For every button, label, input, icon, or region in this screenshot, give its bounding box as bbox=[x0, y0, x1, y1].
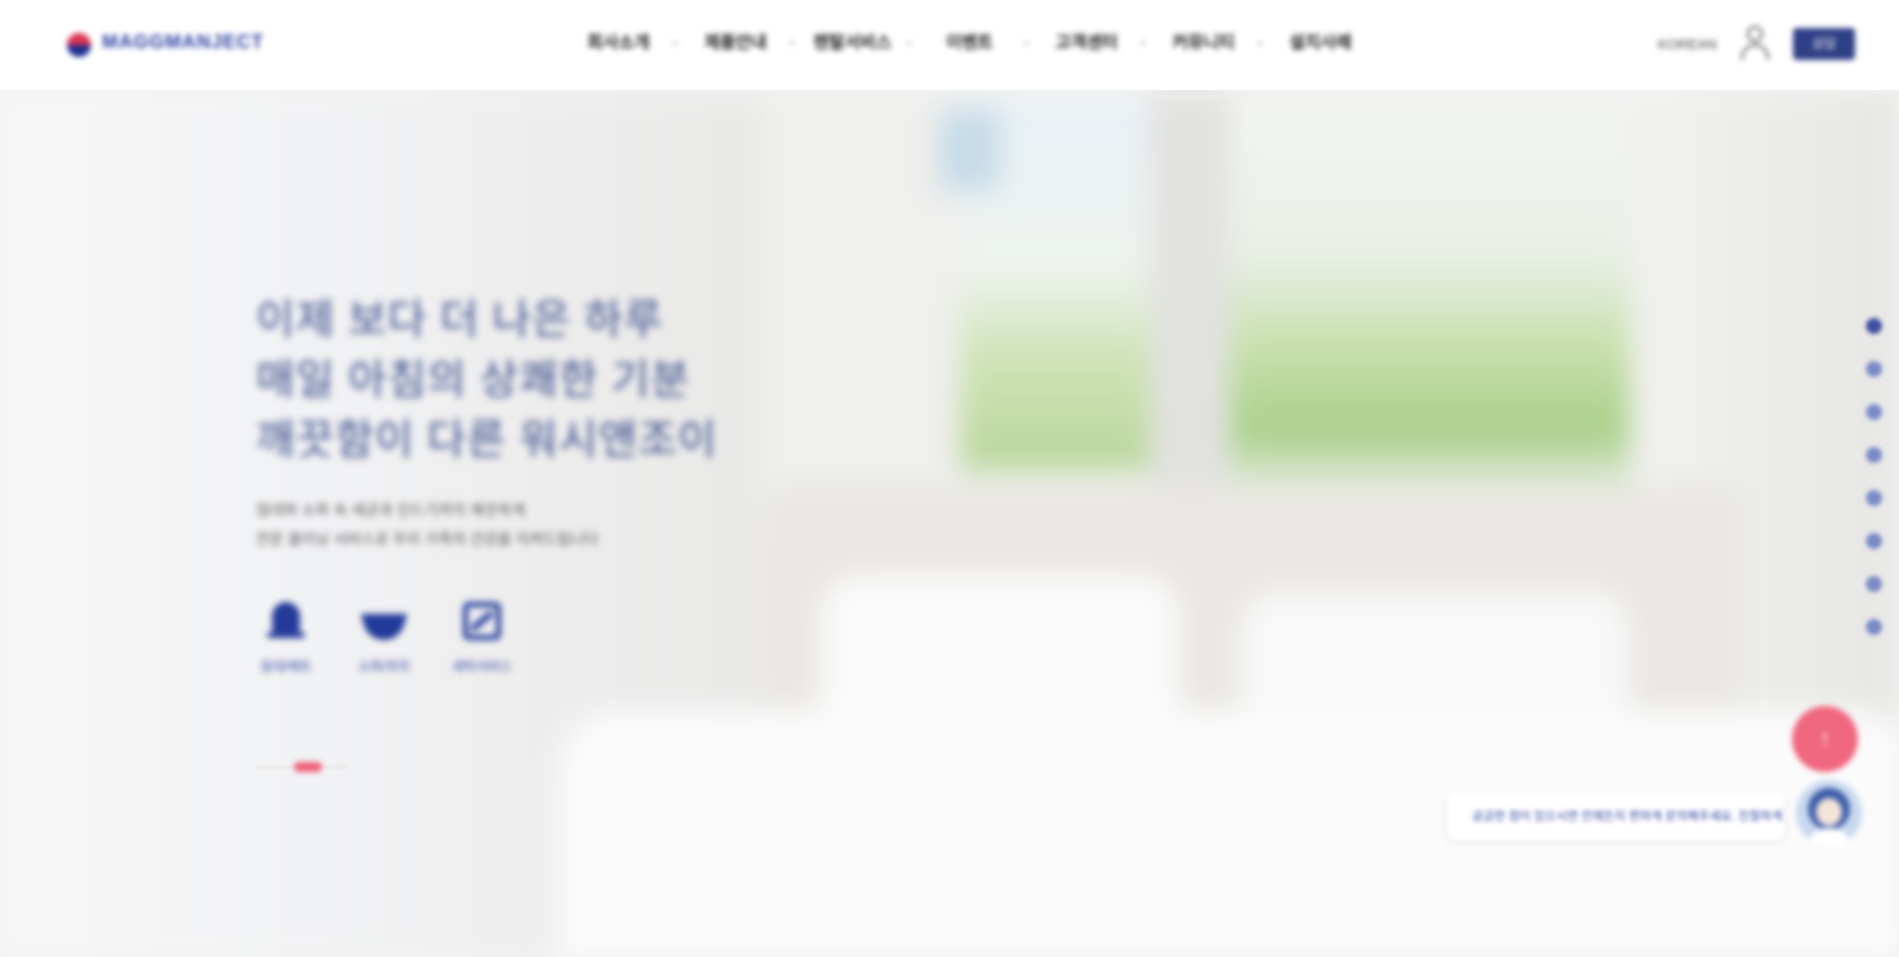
hero-description: 침대와 소파 속 세균과 진드기까지 깨끗하게 전문 클리닝 서비스로 우리 가… bbox=[256, 496, 717, 554]
consultant-avatar-icon[interactable] bbox=[1796, 780, 1862, 846]
hero-desc-line: 침대와 소파 속 세균과 진드기까지 깨끗하게 bbox=[256, 502, 526, 519]
slide-progress-bar[interactable] bbox=[256, 762, 348, 772]
nav-item-community[interactable]: 커뮤니티 bbox=[1145, 28, 1262, 58]
user-icon[interactable] bbox=[1733, 22, 1777, 66]
site-header: MAGGMANJECT 회사소개 제품안내 렌탈서비스 이벤트 고객센터 커뮤니… bbox=[0, 0, 1899, 90]
feature-bed[interactable]: 침대/매트 bbox=[256, 598, 316, 675]
nav-item-support[interactable]: 고객센터 bbox=[1028, 28, 1145, 58]
chat-message-bubble[interactable]: 궁금한 점이 있으시면 언제든지 편하게 문의해주세요. 친절하게 상담해 드리… bbox=[1448, 792, 1784, 840]
main-nav: 회사소개 제품안내 렌탈서비스 이벤트 고객센터 커뮤니티 설치사례 bbox=[560, 28, 1379, 58]
feature-sofa[interactable]: 소파/의자 bbox=[354, 598, 414, 675]
pagination-dot[interactable] bbox=[1866, 490, 1882, 506]
slide-progress-fill bbox=[294, 762, 322, 772]
nav-item-products[interactable]: 제품안내 bbox=[677, 28, 794, 58]
hero-title: 이제 보다 더 나은 하루 매일 아침의 상쾌한 기분 깨끗함이 다른 워시앤조… bbox=[256, 290, 717, 470]
nav-item-company[interactable]: 회사소개 bbox=[560, 28, 677, 58]
wash-icon bbox=[459, 598, 505, 644]
pagination-dot[interactable] bbox=[1866, 361, 1882, 377]
hero-title-line: 깨끗함이 다른 워시앤조이 bbox=[256, 416, 718, 463]
pagination-dot[interactable] bbox=[1866, 318, 1882, 334]
scroll-top-button[interactable]: ↑ bbox=[1792, 706, 1858, 772]
consult-button[interactable]: 상담 bbox=[1793, 28, 1855, 60]
feature-label: 소파/의자 bbox=[358, 659, 410, 674]
hero-title-line: 매일 아침의 상쾌한 기분 bbox=[256, 356, 691, 403]
feature-label: 세탁서비스 bbox=[452, 659, 512, 674]
hero-title-line: 이제 보다 더 나은 하루 bbox=[256, 296, 664, 343]
nav-item-rental[interactable]: 렌탈서비스 bbox=[794, 28, 911, 58]
feature-list: 침대/매트 소파/의자 세탁서비스 bbox=[256, 598, 717, 675]
feature-label: 침대/매트 bbox=[260, 659, 312, 674]
logo-mark-icon bbox=[64, 28, 94, 58]
feature-wash[interactable]: 세탁서비스 bbox=[452, 598, 512, 675]
logo-text: MAGGMANJECT bbox=[102, 32, 264, 53]
language-selector[interactable]: KOREAN bbox=[1658, 36, 1717, 52]
nav-item-event[interactable]: 이벤트 bbox=[911, 28, 1028, 58]
hero-desc-line: 전문 클리닝 서비스로 우리 가족의 건강을 지켜드립니다 bbox=[256, 531, 599, 548]
pagination-dot[interactable] bbox=[1866, 533, 1882, 549]
bell-icon bbox=[263, 598, 309, 644]
nav-item-cases[interactable]: 설치사례 bbox=[1262, 28, 1379, 58]
pagination-dot[interactable] bbox=[1866, 447, 1882, 463]
section-pagination bbox=[1866, 318, 1882, 635]
header-utility: KOREAN 상담 bbox=[1658, 22, 1855, 66]
bowl-icon bbox=[361, 598, 407, 644]
logo[interactable]: MAGGMANJECT bbox=[64, 28, 264, 58]
pagination-dot[interactable] bbox=[1866, 576, 1882, 592]
hero-content: 이제 보다 더 나은 하루 매일 아침의 상쾌한 기분 깨끗함이 다른 워시앤조… bbox=[256, 290, 717, 675]
pagination-dot[interactable] bbox=[1866, 404, 1882, 420]
pagination-dot[interactable] bbox=[1866, 619, 1882, 635]
